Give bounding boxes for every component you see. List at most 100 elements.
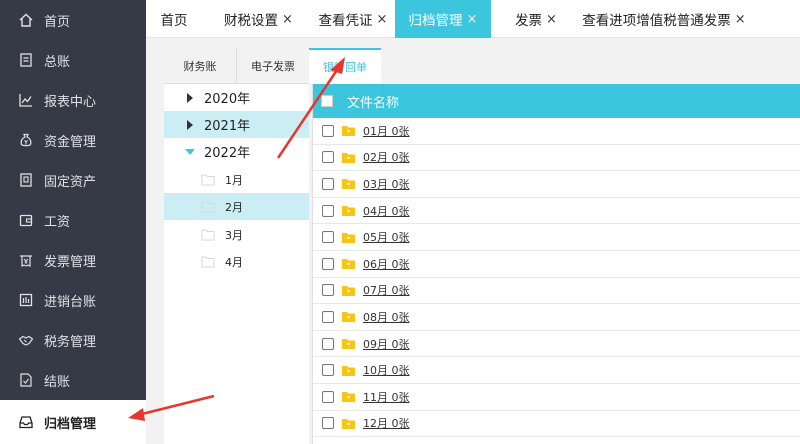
archive-icon bbox=[18, 414, 34, 430]
sidebar-item-invoice[interactable]: 发票管理 bbox=[0, 240, 146, 280]
caret-right-icon[interactable] bbox=[184, 119, 196, 131]
file-name-link[interactable]: 12月 0张 bbox=[363, 415, 410, 431]
sidebar-item-ledger[interactable]: 总账 bbox=[0, 40, 146, 80]
file-name-link[interactable]: 03月 0张 bbox=[363, 176, 410, 192]
document-type-tab-bar: 银行回单 bbox=[309, 48, 800, 84]
sidebar: 首页 总账 报表中心 资金管理 固定资产 工资 发票管理 进销台账 税务管理 结… bbox=[0, 0, 146, 444]
close-icon[interactable]: × bbox=[282, 12, 293, 27]
file-name-link[interactable]: 05月 0张 bbox=[363, 229, 410, 245]
row-checkbox[interactable] bbox=[322, 177, 334, 190]
sidebar-item-label: 发票管理 bbox=[44, 254, 97, 270]
tree-month-2[interactable]: 2月 bbox=[164, 193, 309, 220]
tree-year-2021[interactable]: 2021年 bbox=[164, 111, 309, 138]
invoice-icon bbox=[18, 252, 34, 268]
sidebar-item-salary[interactable]: 工资 bbox=[0, 200, 146, 240]
tree-year-2020[interactable]: 2020年 bbox=[164, 84, 309, 111]
sidebar-item-reports[interactable]: 报表中心 bbox=[0, 80, 146, 120]
row-checkbox[interactable] bbox=[322, 364, 334, 377]
table-row: 12月 0张 bbox=[313, 411, 800, 438]
sidebar-item-tax[interactable]: 税务管理 bbox=[0, 320, 146, 360]
tree-year-label: 2021年 bbox=[204, 119, 251, 134]
tree-year-label: 2020年 bbox=[204, 92, 251, 107]
close-icon[interactable]: × bbox=[377, 12, 388, 27]
asset-icon bbox=[18, 172, 34, 188]
sidebar-item-checkout[interactable]: 结账 bbox=[0, 360, 146, 400]
tree-month-3[interactable]: 3月 bbox=[164, 221, 309, 248]
file-name-link[interactable]: 02月 0张 bbox=[363, 149, 410, 165]
tab-label: 发票 bbox=[515, 13, 543, 29]
select-all-checkbox[interactable] bbox=[321, 95, 333, 107]
tab-tax-settings[interactable]: 财税设置 × bbox=[211, 0, 306, 38]
tab-label: 查看凭证 bbox=[318, 13, 373, 29]
tab-view-input-vat-invoice[interactable]: 查看进项增值税普通发票 × bbox=[582, 0, 746, 38]
table-row: 08月 0张 bbox=[313, 304, 800, 331]
tab-bank-receipt[interactable]: 银行回单 bbox=[309, 48, 381, 84]
file-name-link[interactable]: 04月 0张 bbox=[363, 203, 410, 219]
file-name-link[interactable]: 09月 0张 bbox=[363, 336, 410, 352]
folder-outline-icon bbox=[201, 174, 215, 186]
tab-finance-books[interactable]: 财务账 bbox=[164, 48, 236, 84]
close-icon[interactable]: × bbox=[546, 12, 557, 27]
tab-invoice[interactable]: 发票 × bbox=[502, 0, 570, 38]
caret-right-icon[interactable] bbox=[184, 92, 196, 104]
top-tab-bar: 首页 财税设置 × 查看凭证 × 归档管理 × 发票 × 查看进项增值税普通发票… bbox=[146, 0, 800, 38]
ledger-icon bbox=[18, 52, 34, 68]
tree-year-label: 2022年 bbox=[204, 146, 251, 161]
close-icon[interactable]: × bbox=[735, 12, 746, 27]
sidebar-item-archive[interactable]: 归档管理 bbox=[0, 400, 146, 444]
file-grid: 文件名称 01月 0张 02月 0张 03月 0张 04月 0张 05月 0张 06月 0… bbox=[312, 84, 800, 444]
sidebar-item-assets[interactable]: 固定资产 bbox=[0, 160, 146, 200]
sidebar-item-home[interactable]: 首页 bbox=[0, 0, 146, 40]
folder-icon bbox=[342, 179, 355, 190]
row-checkbox[interactable] bbox=[322, 417, 334, 430]
row-checkbox[interactable] bbox=[322, 231, 334, 244]
tab-archive[interactable]: 归档管理 × bbox=[395, 0, 491, 38]
close-icon[interactable]: × bbox=[467, 12, 478, 27]
row-checkbox[interactable] bbox=[322, 151, 334, 164]
caret-down-icon[interactable] bbox=[184, 148, 196, 156]
folder-icon bbox=[342, 392, 355, 403]
row-checkbox[interactable] bbox=[322, 284, 334, 297]
tree-month-4[interactable]: 4月 bbox=[164, 248, 309, 275]
table-row: 10月 0张 bbox=[313, 357, 800, 384]
sidebar-item-label: 归档管理 bbox=[44, 416, 97, 432]
file-name-link[interactable]: 10月 0张 bbox=[363, 362, 410, 378]
folder-icon bbox=[342, 152, 355, 163]
row-checkbox[interactable] bbox=[322, 337, 334, 350]
row-checkbox[interactable] bbox=[322, 124, 334, 137]
file-name-link[interactable]: 06月 0张 bbox=[363, 256, 410, 272]
table-row: 06月 0张 bbox=[313, 251, 800, 278]
row-checkbox[interactable] bbox=[322, 204, 334, 217]
folder-icon bbox=[342, 285, 355, 296]
sidebar-item-inventory[interactable]: 进销台账 bbox=[0, 280, 146, 320]
folder-outline-icon bbox=[201, 229, 215, 241]
tab-e-invoice[interactable]: 电子发票 bbox=[236, 48, 309, 84]
tree-month-1[interactable]: 1月 bbox=[164, 166, 309, 193]
sidebar-item-label: 总账 bbox=[44, 54, 71, 70]
tree-year-2022[interactable]: 2022年 bbox=[164, 138, 309, 165]
money-bag-icon bbox=[18, 132, 34, 148]
table-row: 09月 0张 bbox=[313, 331, 800, 358]
chart-icon bbox=[18, 92, 34, 108]
folder-icon bbox=[342, 259, 355, 270]
tab-label: 查看进项增值税普通发票 bbox=[582, 13, 731, 29]
tab-label: 电子发票 bbox=[251, 60, 295, 73]
folder-icon bbox=[342, 232, 355, 243]
file-name-link[interactable]: 11月 0张 bbox=[363, 389, 410, 405]
folder-icon bbox=[342, 312, 355, 323]
tab-view-voucher[interactable]: 查看凭证 × bbox=[312, 0, 394, 38]
file-name-link[interactable]: 07月 0张 bbox=[363, 282, 410, 298]
table-row: 11月 0张 bbox=[313, 384, 800, 411]
folder-icon bbox=[342, 339, 355, 350]
sidebar-item-label: 工资 bbox=[44, 214, 71, 230]
file-name-link[interactable]: 08月 0张 bbox=[363, 309, 410, 325]
sidebar-item-funds[interactable]: 资金管理 bbox=[0, 120, 146, 160]
tree-month-label: 4月 bbox=[225, 255, 243, 269]
file-name-link[interactable]: 01月 0张 bbox=[363, 123, 410, 139]
table-row: 03月 0张 bbox=[313, 171, 800, 198]
tab-label: 首页 bbox=[160, 13, 188, 29]
row-checkbox[interactable] bbox=[322, 310, 334, 323]
row-checkbox[interactable] bbox=[322, 390, 334, 403]
row-checkbox[interactable] bbox=[322, 257, 334, 270]
tab-home[interactable]: 首页 bbox=[146, 0, 202, 38]
